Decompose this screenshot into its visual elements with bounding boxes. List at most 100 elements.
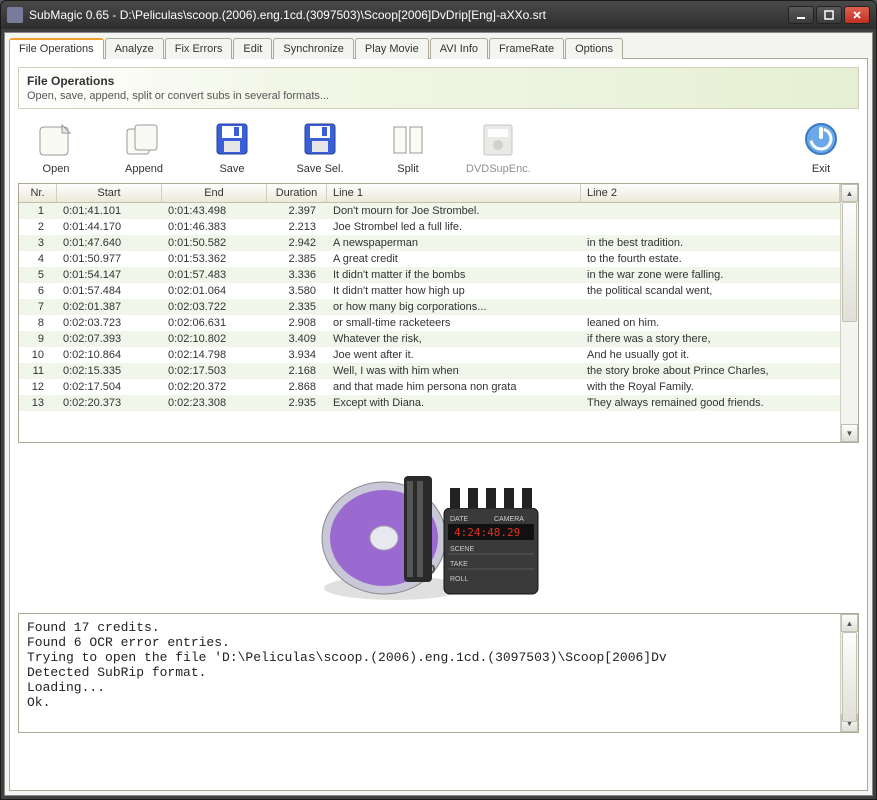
scroll-up-button[interactable]: ▲ (841, 614, 858, 632)
exit-button[interactable]: Exit (791, 119, 851, 175)
tab-analyze[interactable]: Analyze (105, 38, 164, 59)
cell-start: 0:02:03.723 (57, 315, 162, 331)
cell-line2: leaned on him. (581, 315, 840, 331)
cell-end: 0:02:17.503 (162, 363, 267, 379)
append-label: Append (125, 163, 163, 175)
cell-line1: or how many big corporations... (327, 299, 581, 315)
table-row[interactable]: 100:02:10.8640:02:14.7983.934Joe went af… (19, 347, 840, 363)
table-row[interactable]: 20:01:44.1700:01:46.3832.213Joe Strombel… (19, 219, 840, 235)
tab-play-movie[interactable]: Play Movie (355, 38, 429, 59)
cell-nr: 9 (19, 331, 57, 347)
table-row[interactable]: 130:02:20.3730:02:23.3082.935Except with… (19, 395, 840, 411)
append-button[interactable]: Append (114, 119, 174, 175)
grid-scrollbar[interactable]: ▲ ▼ (840, 184, 858, 442)
tab-framerate[interactable]: FrameRate (489, 38, 564, 59)
svg-text:TAKE: TAKE (450, 561, 468, 568)
cell-end: 0:02:10.802 (162, 331, 267, 347)
cell-duration: 3.336 (267, 267, 327, 283)
titlebar[interactable]: SubMagic 0.65 - D:\Peliculas\scoop.(2006… (1, 1, 876, 29)
cell-line1: Well, I was with him when (327, 363, 581, 379)
table-row[interactable]: 90:02:07.3930:02:10.8023.409Whatever the… (19, 331, 840, 347)
svg-text:ROLL: ROLL (450, 576, 468, 583)
scroll-track[interactable] (841, 632, 858, 714)
section-description: Open, save, append, split or convert sub… (27, 90, 850, 102)
minimize-button[interactable] (788, 6, 814, 24)
tab-panel: File Operations Open, save, append, spli… (9, 59, 868, 791)
tab-file-operations[interactable]: File Operations (9, 38, 104, 59)
save-sel-icon (300, 119, 340, 159)
save-sel-label: Save Sel. (296, 163, 343, 175)
col-nr[interactable]: Nr. (19, 184, 57, 202)
table-row[interactable]: 30:01:47.6400:01:50.5822.942A newspaperm… (19, 235, 840, 251)
cell-start: 0:02:17.504 (57, 379, 162, 395)
table-row[interactable]: 40:01:50.9770:01:53.3622.385A great cred… (19, 251, 840, 267)
table-row[interactable]: 10:01:41.1010:01:43.4982.397Don't mourn … (19, 203, 840, 219)
table-row[interactable]: 80:02:03.7230:02:06.6312.908or small-tim… (19, 315, 840, 331)
scroll-track[interactable] (841, 202, 858, 424)
cell-duration: 2.168 (267, 363, 327, 379)
split-button[interactable]: Split (378, 119, 438, 175)
tab-strip: File Operations Analyze Fix Errors Edit … (9, 37, 868, 59)
section-header: File Operations Open, save, append, spli… (18, 67, 859, 109)
cell-line1: and that made him persona non grata (327, 379, 581, 395)
cell-duration: 2.335 (267, 299, 327, 315)
decorative-image: DVD DATE CAMERA (18, 443, 859, 613)
cell-end: 0:02:03.722 (162, 299, 267, 315)
table-row[interactable]: 60:01:57.4840:02:01.0643.580It didn't ma… (19, 283, 840, 299)
tab-edit[interactable]: Edit (233, 38, 272, 59)
client-area: File Operations Analyze Fix Errors Edit … (4, 32, 873, 796)
cell-nr: 5 (19, 267, 57, 283)
log-text[interactable]: Found 17 credits. Found 6 OCR error entr… (19, 614, 840, 732)
cell-line1: A newspaperman (327, 235, 581, 251)
col-end[interactable]: End (162, 184, 267, 202)
cell-end: 0:02:14.798 (162, 347, 267, 363)
maximize-button[interactable] (816, 6, 842, 24)
scroll-thumb[interactable] (842, 202, 857, 322)
table-row[interactable]: 120:02:17.5040:02:20.3722.868and that ma… (19, 379, 840, 395)
col-start[interactable]: Start (57, 184, 162, 202)
cell-line1: Except with Diana. (327, 395, 581, 411)
svg-text:CAMERA: CAMERA (494, 516, 524, 523)
scroll-up-button[interactable]: ▲ (841, 184, 858, 202)
app-window: SubMagic 0.65 - D:\Peliculas\scoop.(2006… (0, 0, 877, 800)
cell-nr: 7 (19, 299, 57, 315)
cell-line2: to the fourth estate. (581, 251, 840, 267)
append-icon (124, 119, 164, 159)
tab-options[interactable]: Options (565, 38, 623, 59)
cell-nr: 12 (19, 379, 57, 395)
tab-avi-info[interactable]: AVI Info (430, 38, 488, 59)
cell-line2 (581, 219, 840, 235)
grid-body[interactable]: 10:01:41.1010:01:43.4982.397Don't mourn … (19, 203, 840, 437)
subtitle-grid: Nr. Start End Duration Line 1 Line 2 10:… (18, 183, 859, 443)
table-row[interactable]: 110:02:15.3350:02:17.5032.168Well, I was… (19, 363, 840, 379)
cell-duration: 2.397 (267, 203, 327, 219)
table-row[interactable]: 70:02:01.3870:02:03.7222.335or how many … (19, 299, 840, 315)
scroll-thumb[interactable] (842, 632, 857, 722)
cell-line1: A great credit (327, 251, 581, 267)
save-button[interactable]: Save (202, 119, 262, 175)
col-line2[interactable]: Line 2 (581, 184, 840, 202)
cell-line2: with the Royal Family. (581, 379, 840, 395)
split-label: Split (397, 163, 418, 175)
scroll-down-button[interactable]: ▼ (841, 424, 858, 442)
cell-start: 0:01:44.170 (57, 219, 162, 235)
split-icon (388, 119, 428, 159)
tab-synchronize[interactable]: Synchronize (273, 38, 354, 59)
cell-line1: or small-time racketeers (327, 315, 581, 331)
col-line1[interactable]: Line 1 (327, 184, 581, 202)
cell-line1: Don't mourn for Joe Strombel. (327, 203, 581, 219)
exit-label: Exit (812, 163, 830, 175)
cell-line2: the political scandal went, (581, 283, 840, 299)
cell-nr: 3 (19, 235, 57, 251)
col-duration[interactable]: Duration (267, 184, 327, 202)
log-scrollbar[interactable]: ▲ ▼ (840, 614, 858, 732)
cell-nr: 8 (19, 315, 57, 331)
open-button[interactable]: Open (26, 119, 86, 175)
cell-duration: 2.385 (267, 251, 327, 267)
tab-fix-errors[interactable]: Fix Errors (165, 38, 233, 59)
close-button[interactable] (844, 6, 870, 24)
save-sel-button[interactable]: Save Sel. (290, 119, 350, 175)
table-row[interactable]: 50:01:54.1470:01:57.4833.336It didn't ma… (19, 267, 840, 283)
minimize-icon (796, 10, 806, 20)
app-icon (7, 7, 23, 23)
